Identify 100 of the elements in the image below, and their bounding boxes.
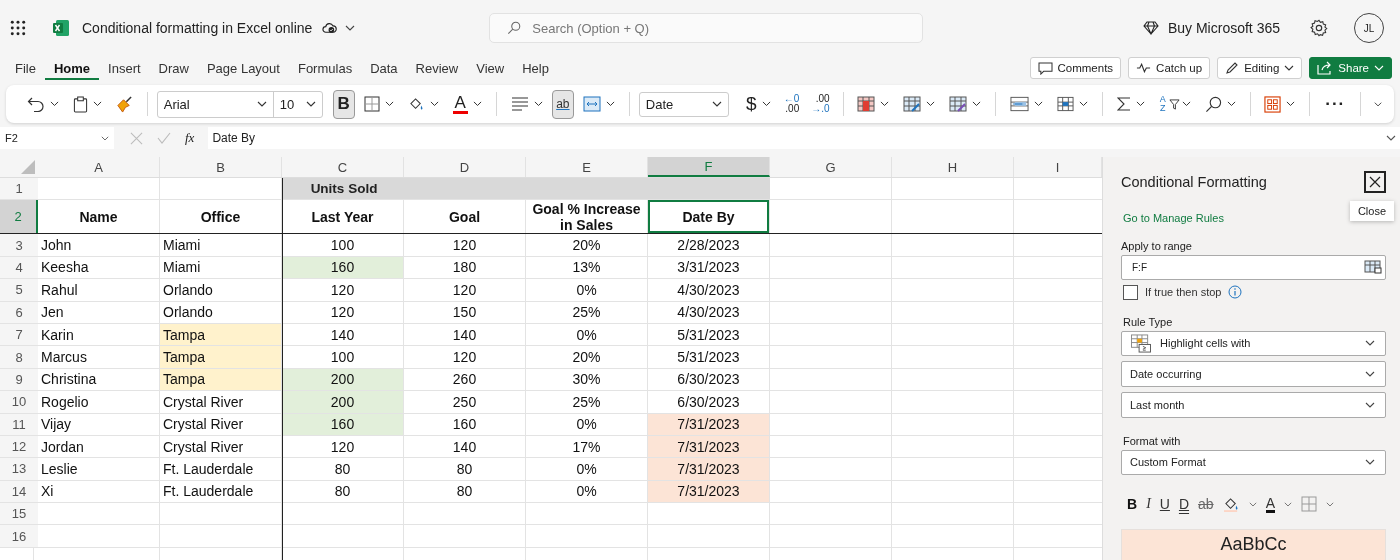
close-button[interactable] bbox=[1364, 171, 1386, 193]
chevron-down-icon bbox=[1181, 101, 1191, 107]
rule-dropdown[interactable]: Highlight cells with bbox=[1121, 330, 1386, 357]
column-header[interactable]: B bbox=[160, 157, 282, 177]
row-header[interactable]: 4 bbox=[0, 256, 38, 279]
insert-function-button[interactable]: fx bbox=[185, 130, 195, 146]
column-header[interactable]: C bbox=[282, 157, 404, 177]
menu-tab[interactable]: Page Layout bbox=[197, 56, 289, 80]
strikethrough-button[interactable]: ab bbox=[1198, 496, 1214, 513]
column-header[interactable]: H bbox=[892, 157, 1014, 177]
row-header[interactable]: 16 bbox=[0, 525, 38, 547]
row-header[interactable]: 8 bbox=[0, 346, 38, 368]
menu-tab[interactable]: Help bbox=[513, 56, 558, 80]
underline-button[interactable]: U bbox=[1159, 496, 1170, 513]
row-header[interactable]: 12 bbox=[0, 435, 38, 458]
row-header[interactable]: 3 bbox=[0, 234, 38, 256]
row-header[interactable]: 5 bbox=[0, 279, 38, 301]
rule-dropdown[interactable]: Last month bbox=[1121, 391, 1386, 418]
double-underline-button[interactable]: D bbox=[1178, 496, 1190, 513]
range-select-icon[interactable] bbox=[1364, 260, 1382, 275]
menu-tab[interactable]: Home bbox=[44, 56, 100, 80]
menu-tab[interactable]: Formulas bbox=[288, 56, 362, 80]
app-launcher-icon[interactable] bbox=[10, 20, 26, 36]
catch-up-button[interactable]: Catch up bbox=[1128, 57, 1211, 79]
chevron-down-icon[interactable] bbox=[345, 25, 356, 31]
number-format-dropdown[interactable]: Date bbox=[638, 91, 730, 117]
row-header[interactable]: 13 bbox=[0, 458, 38, 480]
menu-tab[interactable]: File bbox=[6, 56, 45, 80]
formula-input[interactable]: Date By bbox=[208, 127, 1400, 149]
row-header[interactable]: 6 bbox=[0, 301, 38, 323]
range-field[interactable]: F:F bbox=[1121, 255, 1386, 280]
currency-button[interactable]: $ bbox=[741, 90, 776, 118]
table-cell-text: 80 bbox=[333, 460, 352, 479]
chevron-down-icon[interactable] bbox=[1283, 502, 1292, 507]
menu-tab[interactable]: Draw bbox=[149, 56, 198, 80]
row-header[interactable]: 14 bbox=[0, 480, 38, 503]
pulse-icon bbox=[1136, 63, 1152, 73]
name-box[interactable]: F2 bbox=[0, 127, 114, 149]
buy-button[interactable]: Buy Microsoft 365 bbox=[1142, 20, 1280, 36]
rule-dropdown[interactable]: Date occurring bbox=[1121, 361, 1386, 387]
menu-tab[interactable]: View bbox=[467, 56, 514, 80]
row-header[interactable]: 15 bbox=[0, 503, 38, 525]
chevron-down-icon bbox=[1365, 401, 1375, 408]
chevron-down-icon[interactable] bbox=[1248, 502, 1257, 507]
table-cell-text: Rogelio bbox=[40, 392, 90, 412]
chevron-down-icon bbox=[1034, 101, 1043, 107]
chevron-down-icon[interactable] bbox=[1373, 100, 1382, 108]
decrease-decimal-button[interactable]: .00 →.0 bbox=[807, 94, 834, 114]
chevron-down-icon bbox=[50, 101, 59, 107]
table-cell: 7/31/2023 bbox=[648, 480, 769, 503]
settings-icon[interactable] bbox=[1310, 19, 1328, 37]
format-dropdown[interactable]: Custom Format bbox=[1121, 449, 1386, 476]
table-cell-text: Crystal River bbox=[162, 437, 245, 457]
font-color-button[interactable]: A bbox=[1265, 495, 1275, 513]
italic-button[interactable]: I bbox=[1146, 496, 1151, 513]
table-cell: 7/31/2023 bbox=[648, 458, 769, 480]
editing-mode-button[interactable]: Editing bbox=[1217, 57, 1303, 79]
checkmark-icon[interactable] bbox=[157, 132, 171, 144]
chevron-down-icon bbox=[1284, 65, 1295, 71]
manage-rules-link[interactable]: Go to Manage Rules bbox=[1123, 212, 1224, 224]
row-header[interactable]: 1 bbox=[0, 178, 38, 200]
row-header[interactable]: 9 bbox=[0, 368, 38, 391]
wrap-text-button[interactable]: ab bbox=[551, 89, 575, 119]
menu-tab[interactable]: Data bbox=[361, 56, 407, 80]
comments-button[interactable]: Comments bbox=[1029, 57, 1122, 79]
sigma-icon bbox=[1116, 96, 1131, 112]
font-name-dropdown[interactable]: Arial bbox=[157, 91, 274, 117]
menu-tab[interactable]: Review bbox=[406, 56, 468, 80]
menu-tab[interactable]: Insert bbox=[99, 56, 150, 80]
document-title[interactable]: Conditional formatting in Excel online bbox=[82, 20, 313, 36]
more-options-button[interactable]: ··· bbox=[1319, 94, 1352, 114]
font-size-dropdown[interactable]: 10 bbox=[273, 91, 322, 117]
row-header[interactable]: 11 bbox=[0, 413, 38, 435]
bold-button[interactable]: B bbox=[1127, 496, 1138, 513]
bold-button[interactable]: B bbox=[332, 89, 355, 119]
column-header[interactable]: A bbox=[38, 157, 160, 177]
row-header[interactable]: 2 bbox=[0, 200, 38, 234]
font-color-button[interactable]: A bbox=[447, 90, 487, 118]
column-header[interactable]: G bbox=[770, 157, 892, 177]
checkbox[interactable] bbox=[1123, 284, 1138, 300]
paint-bucket-icon[interactable] bbox=[1222, 496, 1240, 512]
sort-filter-button[interactable]: AZ bbox=[1153, 90, 1196, 118]
column-header[interactable]: D bbox=[404, 157, 526, 177]
column-header[interactable]: F bbox=[648, 157, 770, 177]
table-cell-text: 80 bbox=[455, 460, 474, 479]
info-icon[interactable] bbox=[1228, 285, 1243, 300]
column-heading: Name bbox=[78, 207, 119, 227]
increase-decimal-button[interactable]: ←0 .00 bbox=[779, 94, 804, 114]
search-field[interactable]: Search (Option + Q) bbox=[489, 13, 924, 43]
field-label: Rule Type bbox=[1123, 315, 1173, 328]
highlight-cells-icon bbox=[1130, 333, 1152, 353]
row-header[interactable]: 7 bbox=[0, 323, 38, 346]
table-cell-text: 120 bbox=[451, 236, 478, 256]
table-cell-text: 2/28/2023 bbox=[676, 236, 741, 256]
share-button[interactable]: Share bbox=[1309, 57, 1392, 79]
chevron-down-icon bbox=[93, 101, 102, 107]
chevron-down-icon bbox=[101, 135, 109, 141]
row-header[interactable]: 10 bbox=[0, 391, 38, 413]
chevron-down-icon[interactable] bbox=[1325, 502, 1334, 507]
chevron-down-icon bbox=[926, 101, 936, 107]
